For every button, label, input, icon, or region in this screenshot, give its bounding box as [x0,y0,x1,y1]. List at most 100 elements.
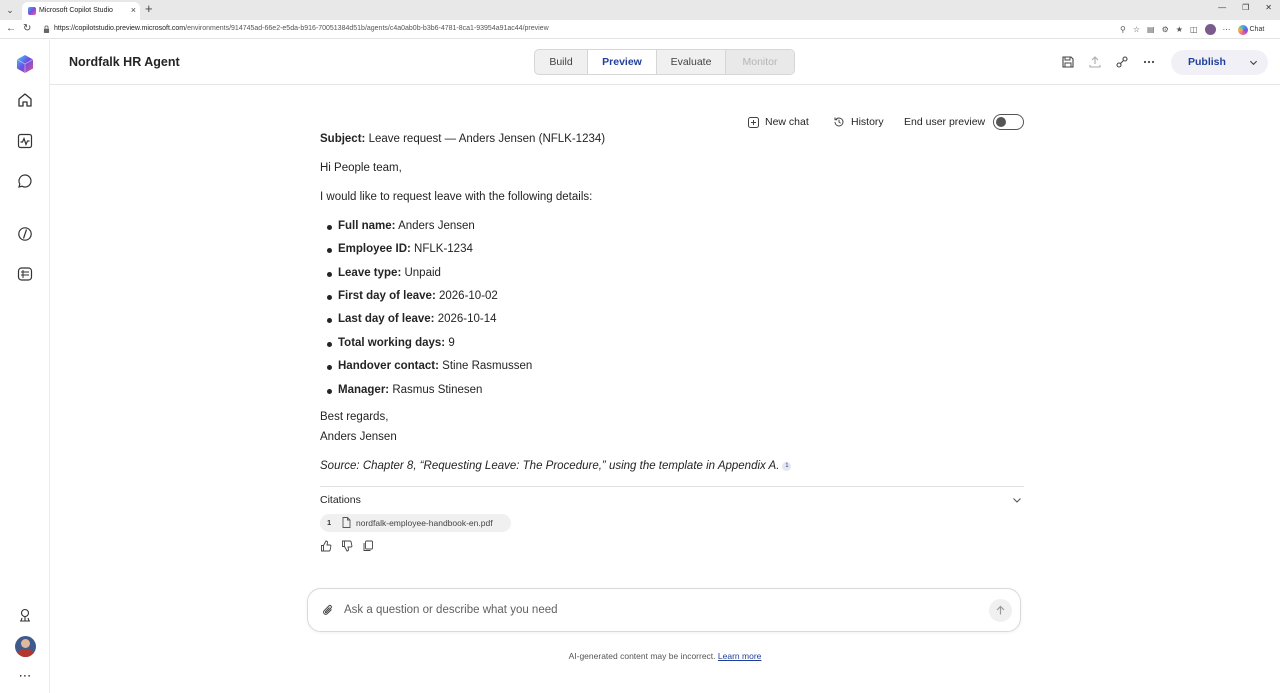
home-icon[interactable] [15,90,35,110]
bullet-dot [327,295,332,300]
detail-label: Leave type: [338,267,402,279]
thumbs-down-icon[interactable] [341,540,353,552]
detail-label: Last day of leave: [338,313,435,325]
send-arrow-icon [996,605,1005,615]
list-item: Total working days: 9 [338,337,455,349]
restore-icon[interactable]: ❐ [1242,3,1249,12]
attach-icon[interactable] [322,604,334,617]
user-avatar[interactable] [15,636,36,657]
left-navigation-rail: ⋯ [0,40,50,693]
browser-tab-title: Microsoft Copilot Studio [39,7,113,14]
connection-icon[interactable] [1115,55,1129,69]
bullet-dot [327,365,332,370]
detail-value: 2026-10-14 [434,313,497,325]
close-window-icon[interactable]: ✕ [1265,3,1272,12]
chevron-down-icon[interactable] [1249,58,1258,67]
save-icon[interactable] [1061,55,1075,69]
agent-name: Nordfalk HR Agent [69,55,180,69]
url-field[interactable]: https://copilotstudio.preview.microsoft.… [40,22,1138,37]
new-tab-icon[interactable]: + [145,2,153,16]
add-chat-icon [748,116,759,128]
tab-list-chevron-icon[interactable]: ⌄ [4,4,16,16]
detail-label: Total working days: [338,337,446,349]
history-icon [834,117,844,127]
send-button[interactable] [989,599,1012,622]
publish-button[interactable]: Publish [1171,50,1268,75]
chat-input[interactable] [344,600,974,620]
collections-icon[interactable]: ▤ [1147,25,1155,34]
copilot-chat-button[interactable]: Chat [1237,24,1264,35]
history-label: History [851,116,884,128]
chat-input-box [307,588,1021,632]
environment-icon[interactable] [15,605,35,625]
favorite-star-icon[interactable]: ☆ [1133,25,1140,34]
tab-preview[interactable]: Preview [588,50,657,74]
learn-more-link[interactable]: Learn more [718,651,761,661]
more-actions-icon[interactable] [1142,55,1156,69]
message-greeting: Hi People team, [320,162,402,174]
tab-monitor: Monitor [726,50,794,74]
list-item: Full name: Anders Jensen [338,220,475,232]
chat-icon[interactable] [15,171,35,191]
detail-value: Unpaid [401,267,441,279]
url-path: /environments/914745ad-66e2-e5da-b916-70… [185,25,549,32]
bullet-dot [327,318,332,323]
list-item: First day of leave: 2026-10-02 [338,290,498,302]
citations-header[interactable]: Citations [320,494,361,506]
topics-icon[interactable] [15,224,35,244]
thumbs-up-icon[interactable] [320,540,332,552]
new-chat-button[interactable]: New chat [748,116,809,128]
browser-tab[interactable]: Microsoft Copilot Studio × [22,2,140,20]
copilot-logo-icon [1237,24,1248,35]
refresh-icon[interactable]: ↻ [23,23,31,34]
mode-tab-group: Build Preview Evaluate Monitor [534,49,795,75]
share-icon [1089,56,1101,68]
bullet-dot [327,342,332,347]
detail-value: Stine Rasmussen [438,360,533,372]
analytics-icon[interactable] [15,131,35,151]
list-item: Handover contact: Stine Rasmussen [338,360,532,372]
divider [320,486,1024,487]
message-source: Source: Chapter 8, “Requesting Leave: Th… [320,460,792,472]
document-icon [342,517,351,528]
bullet-dot [327,389,332,394]
tab-evaluate[interactable]: Evaluate [657,50,726,74]
window-controls: — ❐ ✕ [1218,3,1272,12]
app-header: Nordfalk HR Agent Build Preview Evaluate… [50,40,1280,85]
url-host: https://copilotstudio.preview.microsoft.… [54,25,186,32]
close-tab-icon[interactable]: × [131,5,136,15]
zoom-icon[interactable]: ⚲ [1120,25,1126,34]
browser-address-bar: ← ↻ https://copilotstudio.preview.micros… [0,20,1280,39]
citation-marker[interactable]: 1 [782,462,792,471]
chevron-down-icon[interactable] [1012,495,1022,505]
end-user-preview-label: End user preview [904,116,986,128]
subject-label: Subject: [320,133,366,145]
detail-value: NFLK-1234 [410,243,473,255]
lock-icon [43,25,50,33]
citation-chip[interactable]: 1 nordfalk-employee-handbook-en.pdf [320,514,511,532]
publish-label: Publish [1188,56,1226,68]
bullet-dot [327,248,332,253]
more-icon[interactable]: ⋯ [1223,25,1231,34]
new-chat-label: New chat [765,116,809,128]
extensions-icon[interactable]: ⚙ [1162,25,1169,34]
tab-build[interactable]: Build [535,50,588,74]
browser-profile-avatar[interactable] [1204,24,1216,35]
detail-value: Anders Jensen [395,220,475,232]
copilot-studio-logo-icon[interactable] [15,54,35,74]
more-options-icon[interactable]: ⋯ [15,666,35,686]
subject-value: Leave request — Anders Jensen (NFLK-1234… [365,133,606,145]
detail-label: Employee ID: [338,243,411,255]
split-screen-icon[interactable]: ◫ [1190,25,1198,34]
copy-icon[interactable] [362,540,374,552]
history-button[interactable]: History [833,116,884,128]
favorites-icon[interactable]: ★ [1176,25,1183,34]
browser-toolbar-icons: ⚲ ☆ ▤ ⚙ ★ ◫ ⋯ Chat [1120,24,1264,35]
detail-value: 2026-10-02 [435,290,498,302]
message-signature: Anders Jensen [320,431,397,443]
end-user-preview-toggle[interactable] [993,114,1024,130]
back-icon[interactable]: ← [6,23,16,34]
minimize-icon[interactable]: — [1218,3,1226,12]
message-intro: I would like to request leave with the f… [320,191,593,203]
knowledge-icon[interactable] [15,264,35,284]
